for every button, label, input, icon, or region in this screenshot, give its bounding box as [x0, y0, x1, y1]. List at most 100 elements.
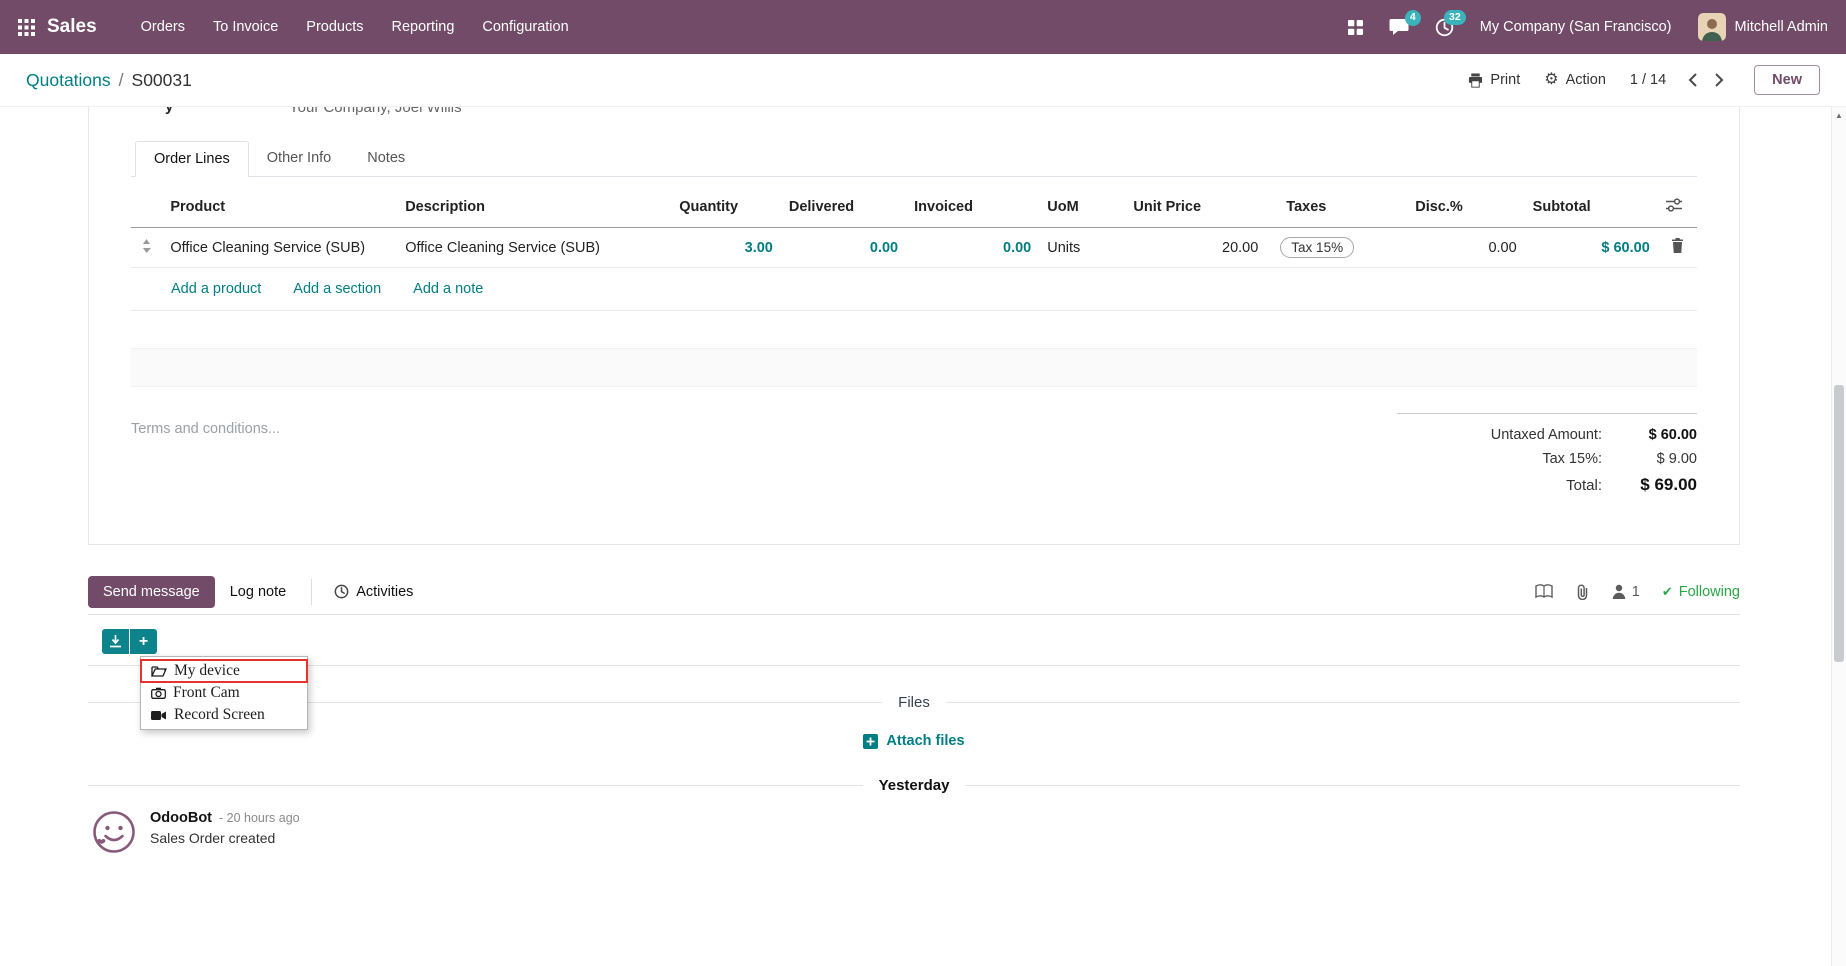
apps-menu-icon[interactable] — [18, 19, 35, 36]
table-add-links: Add a product Add a section Add a note — [131, 268, 1697, 311]
odoobot-avatar — [92, 810, 136, 854]
clock-icon — [334, 584, 349, 599]
upload-attachment-button[interactable] — [102, 629, 129, 654]
cell-subtotal[interactable]: $ 60.00 — [1525, 228, 1658, 268]
delete-line-button[interactable] — [1658, 228, 1697, 268]
add-product-link[interactable]: Add a product — [171, 281, 261, 297]
new-button[interactable]: New — [1754, 65, 1820, 95]
pager-previous-button[interactable] — [1682, 69, 1703, 91]
cell-uom[interactable]: Units — [1039, 228, 1125, 268]
menu-item-record-screen[interactable]: Record Screen — [141, 704, 307, 726]
header-description: Description — [397, 187, 671, 228]
cell-description[interactable]: Office Cleaning Service (SUB) — [397, 228, 671, 268]
chevron-right-icon — [1715, 73, 1724, 87]
header-quantity: Quantity — [671, 187, 781, 228]
attachments-toggle-button[interactable] — [1575, 584, 1590, 600]
tax-row: Tax 15%: $ 9.00 — [1397, 447, 1697, 471]
control-panel-actions: Print ⚙ Action 1 / 14 New — [1468, 65, 1820, 95]
activities-button[interactable]: Activities — [322, 576, 425, 608]
attach-files-button[interactable]: Attach files — [863, 733, 964, 749]
cell-product[interactable]: Office Cleaning Service (SUB) — [162, 228, 397, 268]
user-menu[interactable]: Mitchell Admin — [1698, 13, 1828, 41]
company-switcher[interactable]: My Company (San Francisco) — [1480, 19, 1672, 35]
menu-products[interactable]: Products — [292, 10, 377, 44]
row-drag-handle[interactable] — [131, 228, 162, 268]
header-subtotal: Subtotal — [1525, 187, 1658, 228]
menu-item-my-device[interactable]: My device — [141, 660, 307, 682]
form-sheet: y Your Company, Joel Willis Order Lines … — [88, 107, 1740, 545]
message-author[interactable]: OdooBot — [150, 810, 212, 826]
attach-files-row: Attach files — [88, 733, 1740, 749]
date-divider-label: Yesterday — [879, 777, 950, 794]
cell-unit-price[interactable]: 20.00 — [1125, 228, 1266, 268]
messages-badge: 4 — [1405, 10, 1421, 26]
tab-other-info[interactable]: Other Info — [249, 141, 349, 177]
following-label: Following — [1679, 584, 1740, 600]
breadcrumb-quotations[interactable]: Quotations — [26, 70, 111, 91]
printer-icon — [1468, 73, 1483, 88]
following-button[interactable]: ✔ Following — [1662, 584, 1740, 600]
activities-tray[interactable]: 32 — [1435, 18, 1454, 37]
app-name[interactable]: Sales — [47, 16, 97, 38]
video-icon — [151, 710, 167, 721]
systray: 4 32 My Company (San Francisco) Mitchell… — [1348, 13, 1828, 41]
clipped-field-value: Your Company, Joel Willis — [289, 107, 462, 116]
log-note-button[interactable]: Log note — [215, 576, 301, 608]
terms-field[interactable]: Terms and conditions... — [131, 413, 280, 499]
plus-icon: + — [139, 633, 148, 651]
followers-button[interactable]: 1 — [1612, 584, 1640, 600]
vertical-scrollbar[interactable]: ▲ — [1831, 107, 1846, 966]
menu-item-label: My device — [174, 662, 240, 680]
cell-quantity[interactable]: 3.00 — [671, 228, 781, 268]
paperclip-icon — [1575, 584, 1590, 600]
pager-next-button[interactable] — [1709, 69, 1730, 91]
download-icon — [109, 635, 122, 648]
cell-invoiced[interactable]: 0.00 — [906, 228, 1039, 268]
cell-disc[interactable]: 0.00 — [1407, 228, 1524, 268]
header-product: Product — [162, 187, 397, 228]
systray-grid-icon[interactable] — [1348, 20, 1363, 35]
tax-pill[interactable]: Tax 15% — [1280, 237, 1354, 258]
messages-tray[interactable]: 4 — [1389, 18, 1409, 36]
print-button[interactable]: Print — [1468, 72, 1520, 88]
untaxed-value: $ 60.00 — [1602, 427, 1697, 443]
scrollbar-thumb[interactable] — [1834, 385, 1844, 662]
optional-columns-button[interactable] — [1658, 187, 1697, 228]
followers-count: 1 — [1632, 584, 1640, 600]
open-full-composer-button[interactable] — [1535, 584, 1553, 599]
notebook-tabs: Order Lines Other Info Notes — [131, 140, 1697, 177]
menu-configuration[interactable]: Configuration — [468, 10, 582, 44]
tab-notes[interactable]: Notes — [349, 141, 423, 177]
clipped-top-row: y Your Company, Joel Willis — [131, 107, 1697, 120]
cell-taxes[interactable]: Tax 15% — [1266, 228, 1407, 268]
plus-square-icon — [863, 734, 878, 749]
print-label: Print — [1490, 72, 1520, 88]
table-header-row: Product Description Quantity Delivered I… — [131, 187, 1697, 228]
menu-orders[interactable]: Orders — [127, 10, 199, 44]
activities-label: Activities — [356, 584, 413, 600]
add-section-link[interactable]: Add a section — [293, 281, 381, 297]
book-icon — [1535, 584, 1553, 599]
sheet-bottom: Terms and conditions... Untaxed Amount: … — [131, 413, 1697, 499]
attach-more-button[interactable]: + — [130, 629, 157, 654]
header-taxes: Taxes — [1266, 187, 1407, 228]
action-label: Action — [1566, 72, 1606, 88]
top-navbar: Sales Orders To Invoice Products Reporti… — [0, 0, 1846, 54]
order-lines-table: Product Description Quantity Delivered I… — [131, 187, 1697, 268]
menu-reporting[interactable]: Reporting — [378, 10, 469, 44]
menu-to-invoice[interactable]: To Invoice — [199, 10, 292, 44]
untaxed-amount-row: Untaxed Amount: $ 60.00 — [1397, 423, 1697, 447]
header-delivered: Delivered — [781, 187, 906, 228]
navbar-left: Sales Orders To Invoice Products Reporti… — [18, 10, 583, 44]
scrollbar-up-arrow[interactable]: ▲ — [1832, 107, 1846, 123]
action-button[interactable]: ⚙ Action — [1544, 72, 1606, 88]
cell-delivered[interactable]: 0.00 — [781, 228, 906, 268]
send-message-button[interactable]: Send message — [88, 576, 215, 608]
message-body: Sales Order created — [150, 830, 300, 846]
total-value: $ 69.00 — [1602, 475, 1697, 495]
trash-icon — [1671, 238, 1684, 253]
menu-item-front-cam[interactable]: Front Cam — [141, 682, 307, 704]
folder-open-icon — [151, 665, 167, 678]
tab-order-lines[interactable]: Order Lines — [135, 141, 249, 177]
add-note-link[interactable]: Add a note — [413, 281, 483, 297]
